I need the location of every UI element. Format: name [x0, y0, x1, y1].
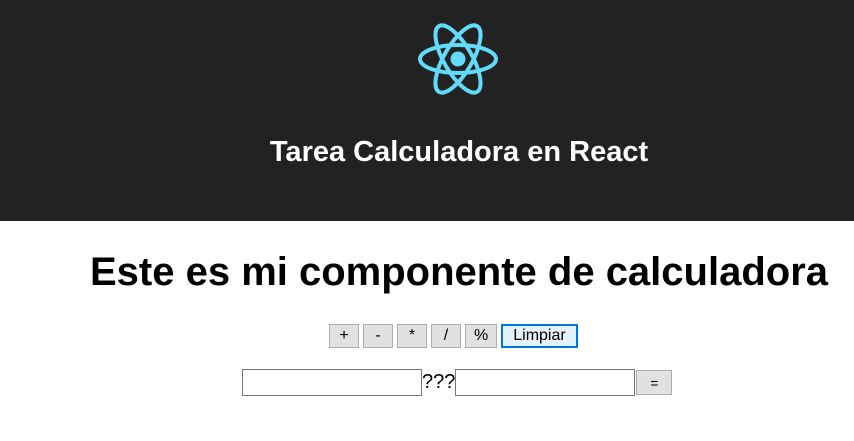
- equals-button[interactable]: =: [636, 370, 673, 395]
- calculation-row: ??? =: [242, 369, 673, 396]
- app-header: Tarea Calculadora en React: [0, 0, 854, 221]
- first-number-input[interactable]: [242, 369, 422, 396]
- operations-toolbar: + - * / % Limpiar: [329, 324, 578, 348]
- react-logo-icon: [418, 23, 498, 95]
- modulo-button[interactable]: %: [465, 324, 498, 348]
- clear-button[interactable]: Limpiar: [501, 324, 578, 348]
- subtract-button[interactable]: -: [363, 324, 393, 348]
- second-number-input[interactable]: [455, 369, 636, 396]
- operator-display: ???: [422, 371, 456, 393]
- header-title: Tarea Calculadora en React: [269, 136, 649, 168]
- multiply-button[interactable]: *: [397, 324, 427, 348]
- divide-button[interactable]: /: [431, 324, 461, 348]
- page-heading: Este es mi componente de calculadora: [89, 250, 829, 294]
- add-button[interactable]: +: [329, 324, 359, 348]
